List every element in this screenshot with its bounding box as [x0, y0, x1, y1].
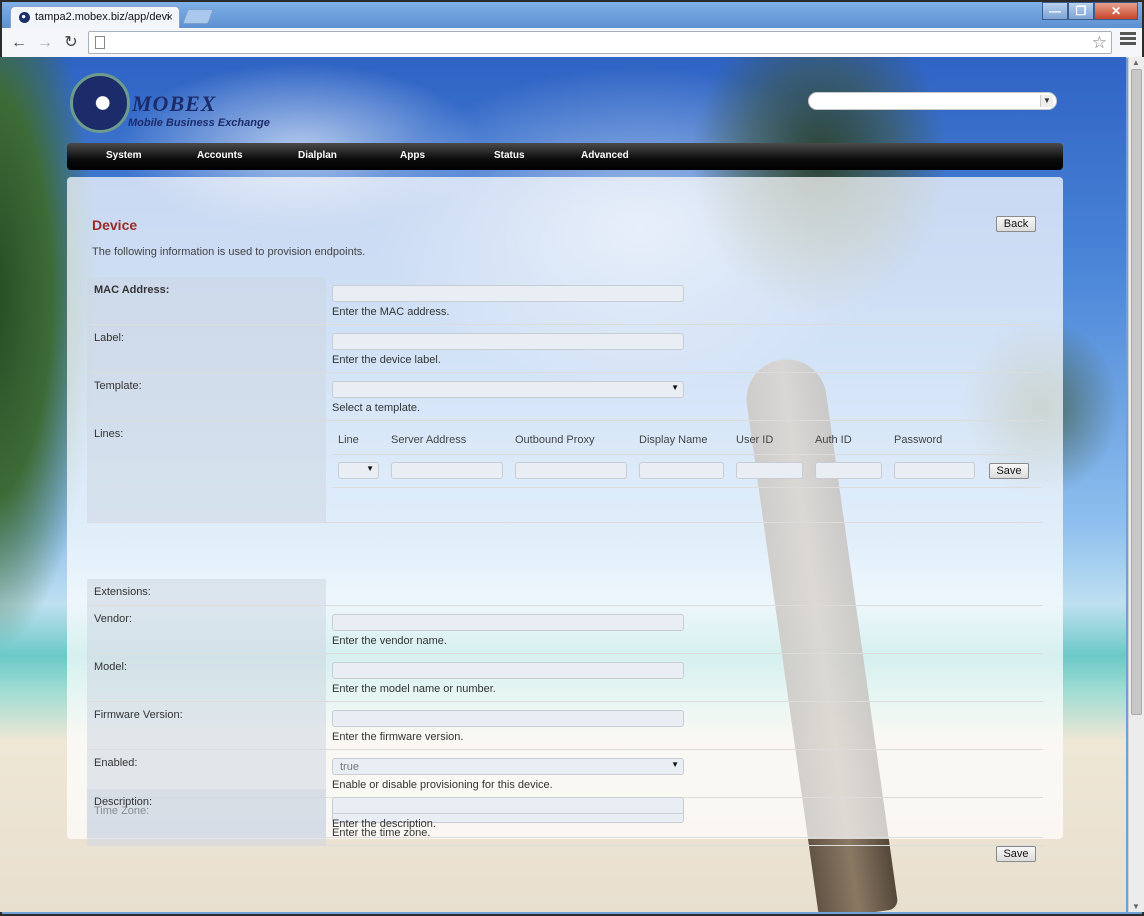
form-row-extensions: Extensions:	[87, 579, 1043, 606]
form-row-firmware: Firmware Version: Enter the firmware ver…	[87, 702, 1043, 750]
label-hint: Enter the device label.	[332, 354, 441, 366]
form-row-model: Model: Enter the model name or number.	[87, 654, 1043, 702]
model-input[interactable]	[332, 662, 684, 679]
firmware-label: Firmware Version:	[87, 702, 326, 749]
scroll-down-icon[interactable]: ▼	[1132, 902, 1140, 911]
vendor-input[interactable]	[332, 614, 684, 631]
page-title: Device	[92, 217, 138, 233]
description-hint: Enter the description.	[332, 818, 436, 830]
nav-apps[interactable]: Apps	[400, 150, 425, 161]
browser-toolbar: ← → ↻ ☆	[2, 28, 1142, 58]
user-id-input[interactable]	[736, 462, 803, 479]
lines-header-divider	[332, 454, 1042, 455]
save-line-button[interactable]: Save	[989, 463, 1029, 479]
bookmark-star-icon[interactable]: ☆	[1092, 33, 1107, 53]
chevron-down-icon: ▼	[366, 464, 374, 473]
logo-title: MOBEX	[132, 91, 217, 116]
title-bar: tampa2.mobex.biz/app/devi × — ❐ ✕	[2, 2, 1142, 28]
lines-col-auth-id: Auth ID	[815, 434, 852, 446]
back-button[interactable]: Back	[996, 216, 1036, 232]
lines-col-line: Line	[338, 434, 359, 446]
outbound-proxy-input[interactable]	[515, 462, 627, 479]
lines-col-password: Password	[894, 434, 943, 446]
site-favicon-icon	[19, 12, 30, 23]
template-label: Template:	[87, 373, 326, 420]
scrollbar-thumb[interactable]	[1131, 69, 1142, 715]
vendor-label: Vendor:	[87, 606, 326, 653]
auth-id-input[interactable]	[815, 462, 882, 479]
tab-title: tampa2.mobex.biz/app/devi	[35, 11, 170, 23]
lines-col-outbound-proxy: Outbound Proxy	[515, 434, 595, 446]
nav-system[interactable]: System	[106, 150, 142, 161]
save-device-button[interactable]: Save	[996, 846, 1036, 862]
domain-select[interactable]: ▼	[808, 92, 1057, 110]
password-input[interactable]	[894, 462, 975, 479]
url-input[interactable]	[111, 34, 1091, 51]
page-viewport: MOBEX Mobile Business Exchange ▼ System …	[0, 57, 1126, 912]
page-icon	[95, 36, 105, 49]
browser-tab[interactable]: tampa2.mobex.biz/app/devi ×	[10, 6, 180, 28]
restore-button[interactable]: ❐	[1068, 2, 1094, 20]
reload-icon[interactable]: ↻	[60, 32, 82, 54]
nav-status[interactable]: Status	[494, 150, 525, 161]
browser-menu-icon[interactable]	[1120, 32, 1136, 48]
form-row-lines: Lines: Line Server Address Outbound Prox…	[87, 421, 1043, 523]
page-scrollbar[interactable]: ▲ ▼	[1128, 57, 1144, 912]
lines-col-display-name: Display Name	[639, 434, 708, 446]
extensions-label: Extensions:	[87, 579, 326, 605]
device-label-input[interactable]	[332, 333, 684, 350]
model-label: Model:	[87, 654, 326, 701]
nav-advanced[interactable]: Advanced	[581, 150, 629, 161]
lines-row-divider	[332, 487, 1042, 488]
chevron-down-icon: ▼	[1040, 95, 1053, 107]
tab-close-icon[interactable]: ×	[166, 10, 173, 24]
scroll-up-icon[interactable]: ▲	[1132, 58, 1140, 67]
vendor-hint: Enter the vendor name.	[332, 635, 447, 647]
lines-col-user-id: User ID	[736, 434, 774, 446]
mobex-logo[interactable]: MOBEX Mobile Business Exchange	[70, 71, 310, 135]
forward-arrow-icon[interactable]: →	[34, 32, 56, 54]
nav-accounts[interactable]: Accounts	[197, 150, 243, 161]
new-tab-button[interactable]	[182, 9, 214, 24]
line-number-select[interactable]: ▼	[338, 462, 379, 479]
description-input[interactable]	[332, 797, 684, 814]
mac-address-input[interactable]	[332, 285, 684, 302]
device-form: MAC Address: Enter the MAC address. Labe…	[87, 277, 1043, 846]
close-window-button[interactable]: ✕	[1094, 2, 1138, 20]
template-hint: Select a template.	[332, 402, 421, 414]
enabled-select-value: true	[340, 761, 359, 773]
mobex-logo-mark-icon	[70, 73, 130, 133]
nav-dialplan[interactable]: Dialplan	[298, 150, 337, 161]
address-bar[interactable]: ☆	[88, 31, 1112, 54]
server-address-input[interactable]	[391, 462, 503, 479]
lines-col-server-address: Server Address	[391, 434, 467, 446]
description-label: Description:	[87, 789, 326, 837]
page-intro: The following information is used to pro…	[92, 246, 366, 258]
template-select[interactable]: ▼	[332, 381, 684, 398]
logo-subtitle: Mobile Business Exchange	[128, 117, 270, 129]
firmware-version-input[interactable]	[332, 710, 684, 727]
display-name-input[interactable]	[639, 462, 724, 479]
form-row-vendor: Vendor: Enter the vendor name.	[87, 606, 1043, 654]
form-row-description: Description: Enter the description.	[87, 789, 1043, 838]
back-arrow-icon[interactable]: ←	[8, 32, 30, 54]
form-row-template: Template: ▼ Select a template.	[87, 373, 1043, 421]
mac-hint: Enter the MAC address.	[332, 306, 450, 318]
minimize-button[interactable]: —	[1042, 2, 1068, 20]
label-label: Label:	[87, 325, 326, 372]
mac-label: MAC Address:	[87, 277, 326, 324]
model-hint: Enter the model name or number.	[332, 683, 496, 695]
form-row-label: Label: Enter the device label.	[87, 325, 1043, 373]
main-nav: System Accounts Dialplan Apps Status Adv…	[67, 143, 1063, 170]
chevron-down-icon: ▼	[671, 383, 679, 392]
enabled-select[interactable]: true ▼	[332, 758, 684, 775]
form-row-mac: MAC Address: Enter the MAC address.	[87, 277, 1043, 325]
lines-label: Lines:	[87, 421, 326, 522]
firmware-hint: Enter the firmware version.	[332, 731, 464, 743]
window-controls: — ❐ ✕	[1042, 2, 1138, 20]
chevron-down-icon: ▼	[671, 760, 679, 769]
